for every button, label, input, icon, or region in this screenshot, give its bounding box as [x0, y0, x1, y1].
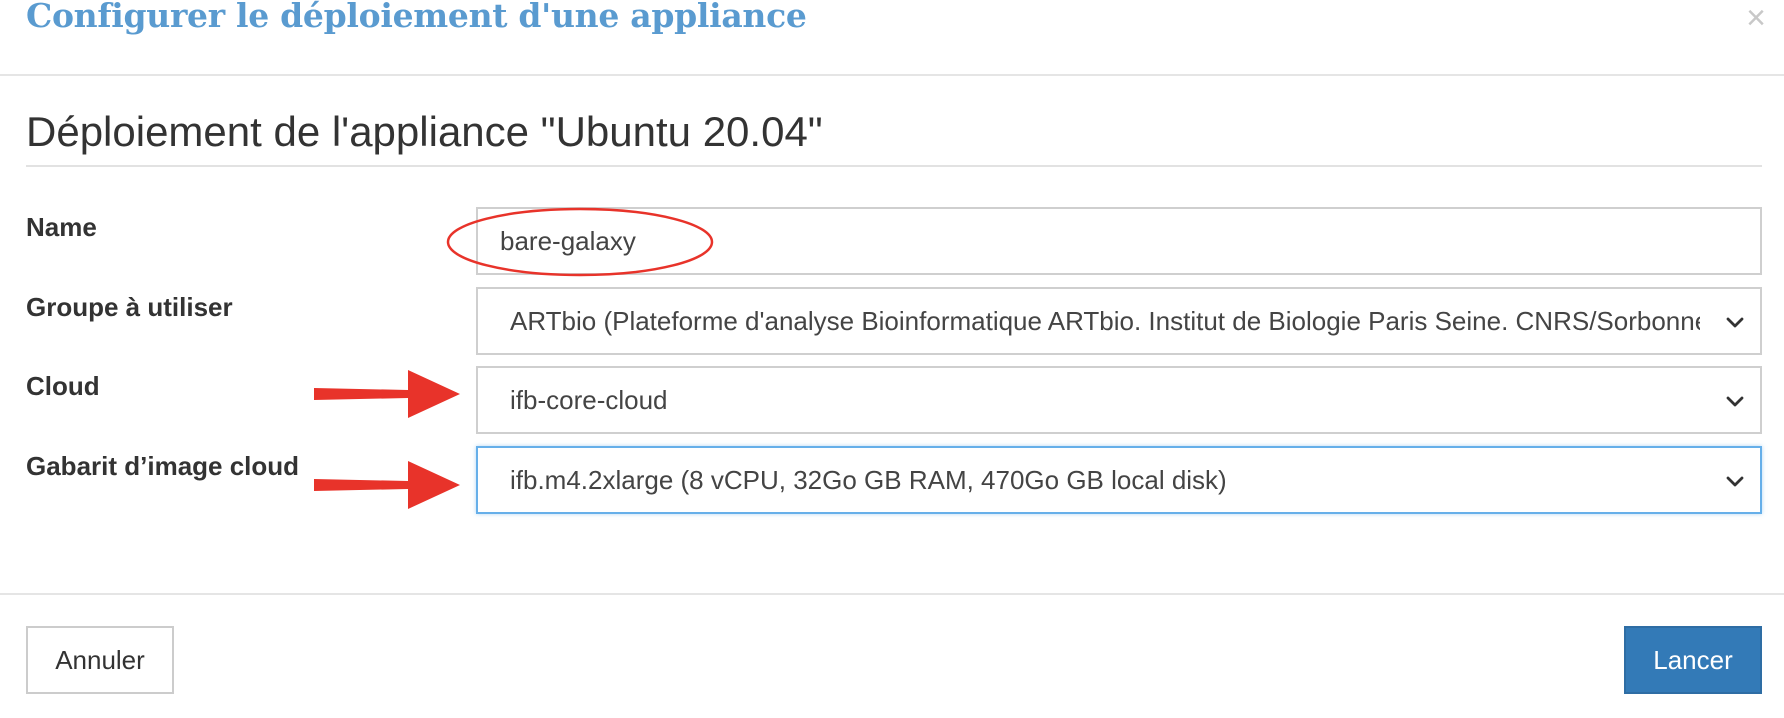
- launch-button[interactable]: Lancer: [1624, 626, 1762, 694]
- cloud-label: Cloud: [26, 371, 100, 401]
- group-label: Groupe à utiliser: [26, 292, 233, 322]
- flavor-select-value: ifb.m4.2xlarge (8 vCPU, 32Go GB RAM, 470…: [510, 465, 1227, 495]
- modal-header: Configurer le déploiement d'une applianc…: [0, 0, 1784, 76]
- name-input[interactable]: [476, 207, 1762, 275]
- red-arrow-icon: [314, 370, 460, 418]
- footer-divider: [0, 593, 1784, 595]
- chevron-down-icon: [1726, 476, 1744, 487]
- chevron-down-icon: [1726, 396, 1744, 407]
- cloud-select-value: ifb-core-cloud: [510, 385, 668, 415]
- flavor-select[interactable]: ifb.m4.2xlarge (8 vCPU, 32Go GB RAM, 470…: [476, 446, 1762, 514]
- close-icon: ×: [1746, 0, 1766, 37]
- group-select-value: ARTbio (Plateforme d'analyse Bioinformat…: [510, 306, 1700, 336]
- group-select[interactable]: ARTbio (Plateforme d'analyse Bioinformat…: [476, 287, 1762, 355]
- chevron-down-icon: [1726, 317, 1744, 328]
- red-arrow-icon: [314, 461, 460, 509]
- modal-title: Configurer le déploiement d'une applianc…: [26, 0, 807, 35]
- close-button[interactable]: ×: [1736, 0, 1776, 38]
- heading-divider: [26, 165, 1762, 167]
- cloud-select[interactable]: ifb-core-cloud: [476, 366, 1762, 434]
- flavor-label: Gabarit d’image cloud: [26, 451, 300, 481]
- page-title: Déploiement de l'appliance "Ubuntu 20.04…: [26, 108, 823, 155]
- name-label: Name: [26, 212, 97, 242]
- cancel-button[interactable]: Annuler: [26, 626, 174, 694]
